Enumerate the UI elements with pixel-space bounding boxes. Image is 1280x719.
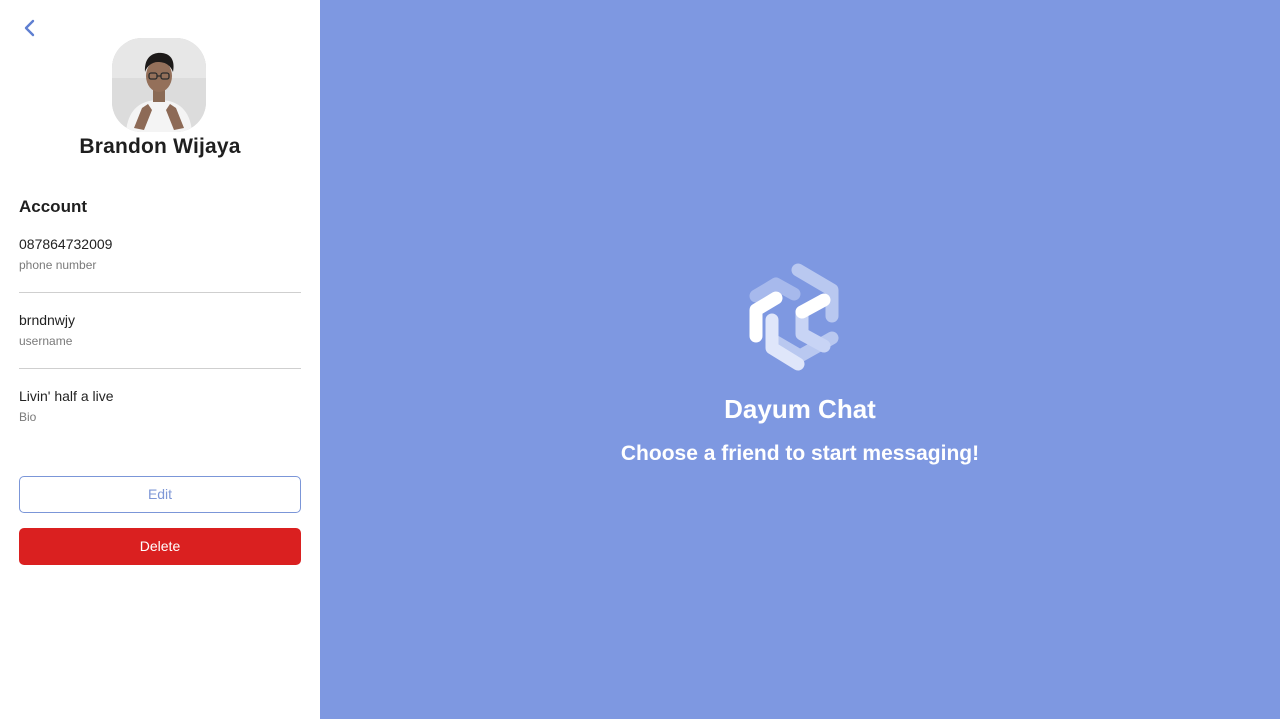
chevron-left-icon — [24, 19, 35, 37]
phone-number-caption: phone number — [19, 258, 97, 272]
avatar-image — [112, 38, 206, 132]
username-caption: username — [19, 334, 73, 348]
brand-title: Dayum Chat — [724, 394, 876, 424]
phone-number-item: 087864732009 phone number — [19, 235, 301, 273]
divider — [19, 368, 301, 369]
profile-name: Brandon Wijaya — [79, 135, 241, 158]
empty-state-subtitle: Choose a friend to start messaging! — [620, 442, 980, 465]
username-item: brndnwjy username — [19, 311, 301, 349]
bio-caption: Bio — [19, 410, 37, 424]
bio-value: Livin' half a live — [19, 388, 114, 404]
back-button[interactable] — [18, 16, 42, 40]
profile-sidebar: Brandon Wijaya Account 087864732009 phon… — [0, 0, 320, 719]
username-value: brndnwjy — [19, 312, 76, 328]
account-section-title: Account — [19, 197, 87, 216]
delete-button[interactable]: Delete — [19, 528, 301, 565]
edit-button[interactable]: Edit — [19, 476, 301, 513]
divider — [19, 292, 301, 293]
bio-item: Livin' half a live Bio — [19, 387, 301, 425]
hexagon-swirl-logo-icon — [749, 263, 839, 371]
avatar — [112, 38, 206, 132]
app-window: Brandon Wijaya Account 087864732009 phon… — [0, 0, 1280, 719]
chat-empty-state: Dayum Chat Choose a friend to start mess… — [320, 0, 1280, 719]
phone-number-value: 087864732009 — [19, 236, 113, 252]
